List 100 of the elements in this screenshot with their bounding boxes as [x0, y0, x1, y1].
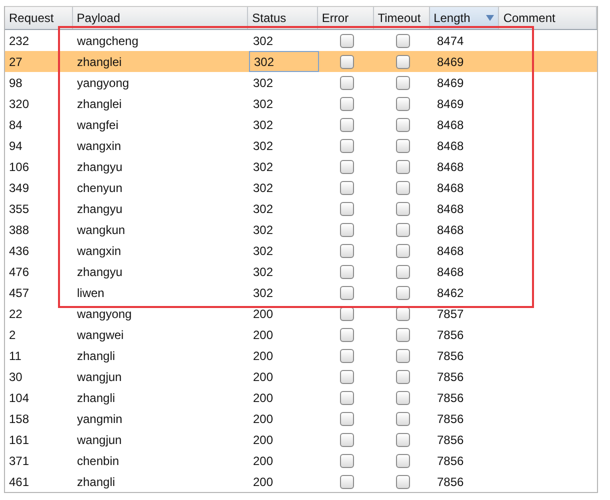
checkbox[interactable]	[340, 202, 354, 216]
checkbox[interactable]	[340, 54, 354, 68]
table-cell-text: zhangyu	[76, 158, 124, 176]
column-header[interactable]: Payload	[72, 7, 248, 29]
checkbox[interactable]	[396, 264, 410, 278]
table-cell-text: 106	[8, 158, 30, 176]
table-cell-text: 436	[8, 242, 30, 260]
checkbox[interactable]	[340, 412, 354, 426]
checkbox[interactable]	[396, 138, 410, 152]
table-cell-text: wangwei	[76, 326, 125, 344]
table-cell-text: wangcheng	[76, 32, 140, 50]
column-header[interactable]: Error	[318, 7, 374, 29]
checkbox[interactable]	[340, 160, 354, 174]
checkbox[interactable]	[340, 264, 354, 278]
checkbox[interactable]	[396, 412, 410, 426]
table-cell-text: wangjun	[76, 368, 123, 386]
table-cell-text: 200	[252, 390, 274, 406]
table-cell-text: 302	[252, 74, 274, 92]
column-header[interactable]: Request	[5, 7, 73, 29]
table-cell-text: wangyong	[76, 306, 133, 322]
checkbox[interactable]	[340, 370, 354, 384]
table-cell-text: 2	[8, 326, 17, 344]
table-cell-text: 200	[252, 326, 274, 344]
checkbox[interactable]	[396, 34, 410, 48]
table-cell-text: 355	[8, 200, 30, 218]
checkbox[interactable]	[340, 222, 354, 236]
checkbox[interactable]	[396, 432, 410, 446]
checkbox[interactable]	[340, 454, 354, 468]
table-cell-text: liwen	[76, 284, 106, 302]
checkbox[interactable]	[396, 370, 410, 384]
checkbox[interactable]	[396, 328, 410, 342]
checkbox[interactable]	[396, 202, 410, 216]
table-cell-text: 371	[8, 452, 30, 470]
table-cell-text: 302	[252, 200, 274, 218]
column-header[interactable]: Status	[248, 7, 318, 29]
table-cell-text: yangmin	[76, 410, 124, 428]
table-cell-text: wangjun	[76, 432, 123, 448]
table-cell-text: 7856	[436, 410, 465, 428]
table-cell-text: 457	[8, 284, 30, 302]
checkbox[interactable]	[340, 118, 354, 132]
table-cell-text: 302	[252, 138, 274, 154]
table-cell-text: 8468	[436, 116, 465, 134]
checkbox[interactable]	[396, 390, 410, 404]
checkbox[interactable]	[396, 76, 410, 90]
table-cell-text: zhangli	[76, 390, 116, 406]
table-cell-text: 349	[8, 180, 30, 196]
checkbox[interactable]	[340, 348, 354, 362]
checkbox[interactable]	[340, 328, 354, 342]
checkbox[interactable]	[396, 118, 410, 132]
table-cell-text: 200	[252, 306, 274, 322]
table-cell-text: 8462	[436, 284, 465, 302]
checkbox[interactable]	[340, 34, 354, 48]
checkbox[interactable]	[396, 160, 410, 174]
table-cell-text: 476	[8, 264, 30, 280]
checkbox[interactable]	[396, 348, 410, 362]
table-cell-text: zhanglei	[76, 54, 123, 70]
checkbox[interactable]	[396, 54, 410, 68]
table-cell-text: 104	[8, 390, 30, 406]
table-row[interactable]: 27 zhanglei 302 8469	[5, 51, 597, 72]
checkbox[interactable]	[340, 96, 354, 110]
table-cell-text: 302	[252, 180, 274, 196]
sort-descending-icon	[486, 15, 494, 21]
checkbox[interactable]	[396, 454, 410, 468]
table-cell-text: 8469	[436, 54, 465, 70]
checkbox[interactable]	[396, 180, 410, 194]
table-cell-text: 7857	[436, 306, 465, 322]
table-cell-text: zhangyu	[76, 264, 124, 280]
table-cell-text: 7856	[436, 348, 465, 364]
checkbox[interactable]	[340, 244, 354, 258]
table-cell-text: wangxin	[76, 138, 122, 154]
checkbox[interactable]	[340, 390, 354, 404]
checkbox[interactable]	[340, 180, 354, 194]
table-cell-text: 320	[8, 96, 30, 112]
table-cell-text: zhanglei	[76, 96, 123, 112]
checkbox[interactable]	[396, 222, 410, 236]
checkbox[interactable]	[340, 474, 354, 488]
table-cell-text: 11	[8, 348, 22, 364]
table-cell-text: 8468	[436, 222, 465, 238]
table-cell-text: 7856	[436, 390, 465, 406]
checkbox[interactable]	[340, 76, 354, 90]
checkbox[interactable]	[396, 474, 410, 488]
column-header[interactable]: Length	[430, 7, 500, 29]
checkbox[interactable]	[396, 286, 410, 300]
table-cell-text: zhangli	[76, 348, 116, 364]
column-header[interactable]: Comment	[499, 7, 598, 29]
table-cell-text: 7856	[436, 326, 465, 344]
table-cell-text: 7856	[436, 452, 465, 470]
table-cell-text: 461	[8, 474, 30, 490]
table-cell-text: 302	[252, 158, 274, 176]
checkbox[interactable]	[340, 138, 354, 152]
table-cell-text: 302	[252, 284, 274, 302]
checkbox[interactable]	[340, 432, 354, 446]
checkbox[interactable]	[396, 244, 410, 258]
table-cell-text: 7856	[436, 432, 465, 448]
checkbox[interactable]	[340, 286, 354, 300]
checkbox[interactable]	[396, 96, 410, 110]
table-cell-text: 8468	[436, 180, 465, 196]
table-cell-text: 7856	[436, 368, 465, 386]
table-cell-text: 27	[8, 54, 24, 70]
table-cell-text: 8468	[436, 200, 465, 218]
